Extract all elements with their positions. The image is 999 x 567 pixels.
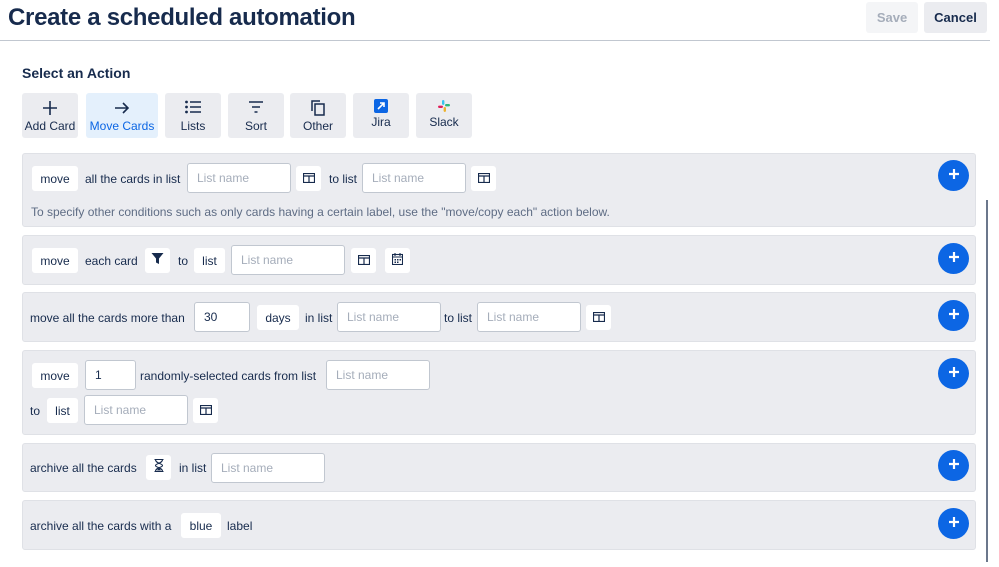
tab-label: Jira: [371, 115, 391, 129]
hourglass-icon: [154, 458, 164, 477]
slack-icon: [416, 99, 472, 113]
list-picker-button[interactable]: [351, 248, 376, 273]
cancel-button[interactable]: Cancel: [924, 2, 987, 33]
board-list-icon: [592, 309, 605, 327]
action-verb-dropdown[interactable]: move: [32, 166, 78, 191]
tab-other[interactable]: Other: [290, 93, 346, 138]
plus-icon: [948, 365, 960, 383]
jira-icon: [353, 99, 409, 113]
action-verb-dropdown[interactable]: move: [32, 248, 78, 273]
tab-label: Sort: [244, 119, 267, 133]
add-action-button[interactable]: [938, 358, 969, 389]
action-text: label: [227, 519, 253, 533]
source-list-input[interactable]: List name: [187, 163, 291, 193]
tab-move-cards[interactable]: Move Cards: [86, 93, 158, 138]
action-text: in list: [179, 461, 207, 475]
arrow-right-icon: [86, 99, 158, 117]
list-icon: [165, 99, 221, 115]
action-text: to list: [444, 311, 473, 325]
action-card-move-random: move 1 randomly-selected cards from list…: [22, 350, 976, 435]
action-card-move-all: move all the cards in list List name to …: [22, 153, 976, 227]
add-action-button[interactable]: [938, 450, 969, 481]
filter-button[interactable]: [145, 248, 170, 273]
filter-icon: [151, 252, 164, 270]
target-list-input[interactable]: List name: [84, 395, 188, 425]
add-action-button[interactable]: [938, 243, 969, 274]
tab-jira[interactable]: Jira: [353, 93, 409, 138]
plus-icon: [948, 515, 960, 533]
tab-slack[interactable]: Slack: [416, 93, 472, 138]
tab-sort[interactable]: Sort: [228, 93, 284, 138]
sort-icon: [228, 99, 284, 115]
tab-label: Lists: [180, 119, 206, 133]
scrollbar[interactable]: [986, 200, 988, 562]
target-list-input[interactable]: List name: [231, 245, 345, 275]
plus-icon: [948, 457, 960, 475]
plus-icon: [948, 307, 960, 325]
time-condition-button[interactable]: [146, 455, 171, 480]
action-text: to: [178, 254, 189, 268]
list-picker-button[interactable]: [471, 166, 496, 191]
action-text: randomly-selected cards from list: [140, 369, 317, 383]
action-text: move all the cards more than: [30, 311, 185, 325]
tab-add-card[interactable]: Add Card: [22, 93, 78, 138]
calendar-icon: [391, 252, 404, 270]
plus-icon: [948, 250, 960, 268]
list-picker-button[interactable]: [296, 166, 321, 191]
source-list-input[interactable]: List name: [337, 302, 441, 332]
date-picker-button[interactable]: [385, 248, 410, 273]
tab-lists[interactable]: Lists: [165, 93, 221, 138]
label-color-dropdown[interactable]: blue: [181, 513, 221, 538]
count-input[interactable]: 1: [85, 360, 136, 390]
days-input[interactable]: 30: [194, 302, 250, 332]
action-text: each card: [85, 254, 138, 268]
board-list-icon: [357, 252, 370, 270]
add-action-button[interactable]: [938, 508, 969, 539]
plus-icon: [22, 99, 78, 117]
action-card-archive: archive all the cards in list List name: [22, 443, 976, 492]
source-list-input[interactable]: List name: [211, 453, 325, 483]
action-card-move-old: move all the cards more than 30 days in …: [22, 292, 976, 342]
action-text: all the cards in list: [85, 172, 181, 186]
time-unit-dropdown[interactable]: days: [257, 305, 299, 330]
board-list-icon: [302, 170, 315, 188]
board-list-icon: [199, 402, 212, 420]
list-picker-button[interactable]: [193, 398, 218, 423]
section-title: Select an Action: [22, 65, 131, 81]
list-picker-button[interactable]: [586, 305, 611, 330]
action-card-move-each: move each card to list List name: [22, 235, 976, 285]
source-list-input[interactable]: List name: [326, 360, 430, 390]
action-text: to list: [329, 172, 358, 186]
add-action-button[interactable]: [938, 300, 969, 331]
copy-icon: [290, 99, 346, 117]
action-text: archive all the cards with a: [30, 519, 172, 533]
tab-label: Add Card: [24, 119, 76, 133]
action-text: in list: [305, 311, 333, 325]
action-verb-dropdown[interactable]: move: [32, 363, 78, 388]
action-text: to: [30, 404, 41, 418]
target-list-input[interactable]: List name: [362, 163, 466, 193]
action-text: archive all the cards: [30, 461, 137, 475]
list-position-dropdown[interactable]: list: [194, 248, 225, 273]
plus-icon: [948, 167, 960, 185]
board-list-icon: [477, 170, 490, 188]
page-title: Create a scheduled automation: [8, 4, 356, 31]
target-list-input[interactable]: List name: [477, 302, 581, 332]
list-position-dropdown[interactable]: list: [47, 398, 78, 423]
hint-text: To specify other conditions such as only…: [31, 205, 610, 219]
page-header: Create a scheduled automation Save Cance…: [0, 0, 990, 41]
action-card-archive-label: archive all the cards with a blue label: [22, 500, 976, 550]
tab-label: Slack: [429, 115, 459, 129]
tab-label: Other: [302, 119, 333, 133]
save-button[interactable]: Save: [866, 2, 918, 33]
add-action-button[interactable]: [938, 160, 969, 191]
tab-label: Move Cards: [89, 119, 155, 133]
